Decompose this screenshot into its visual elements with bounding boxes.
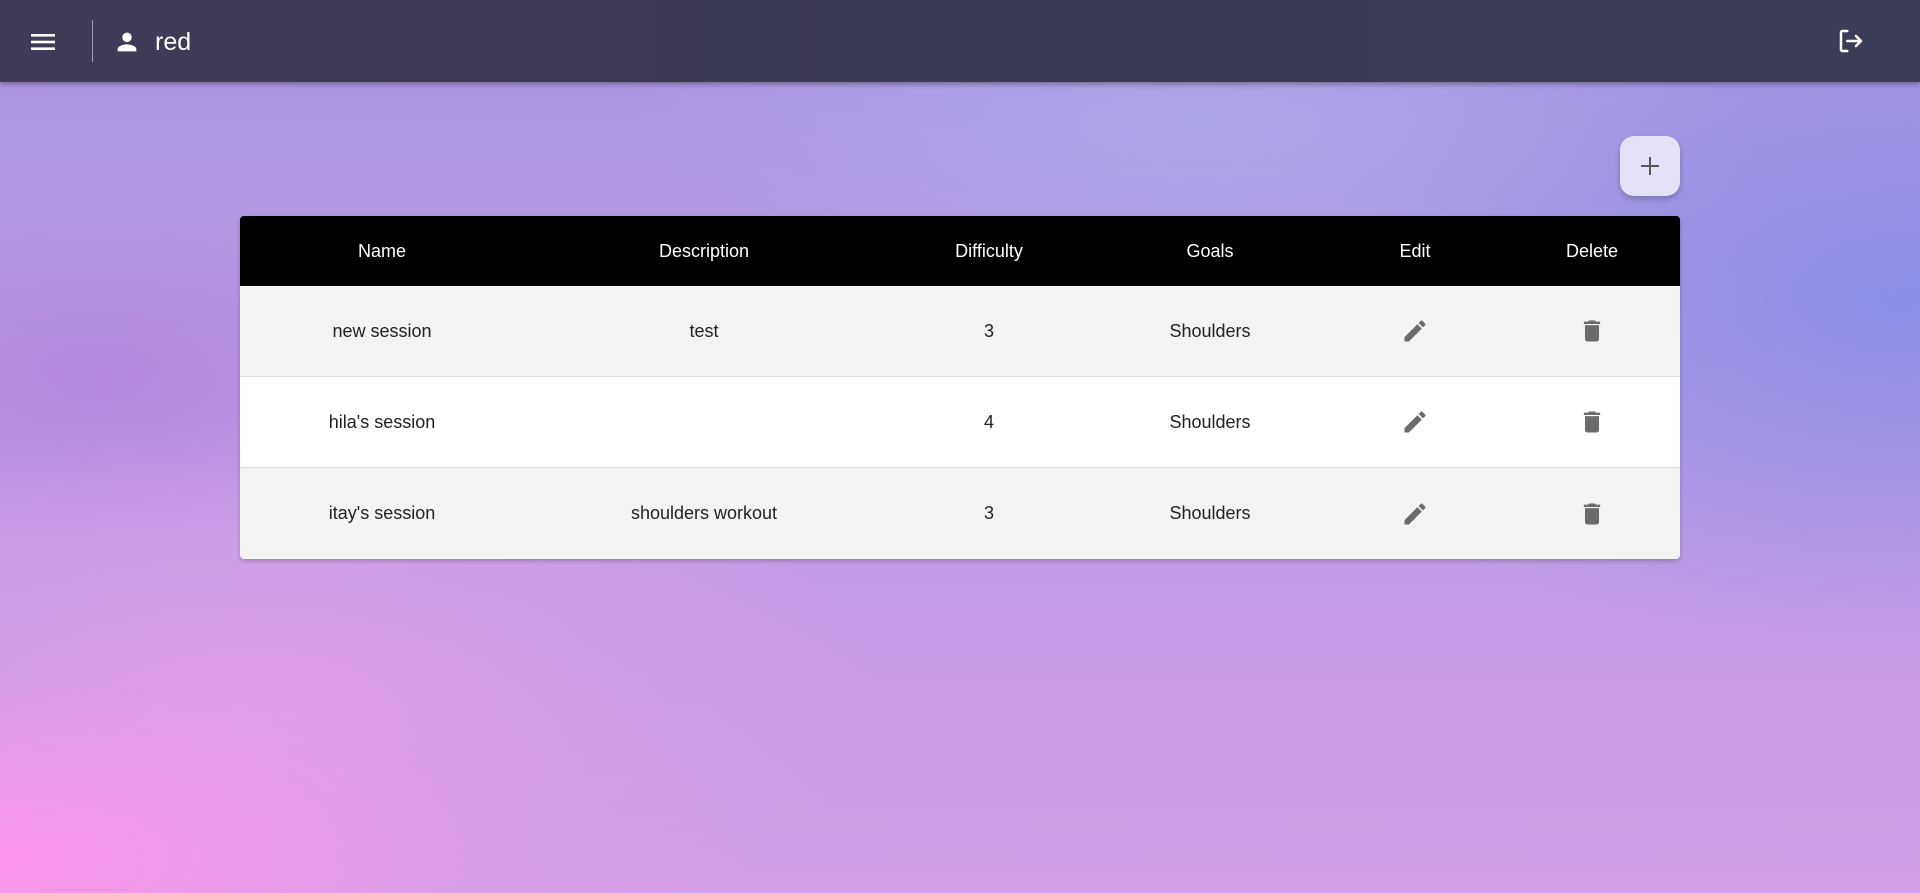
table-row: new session test 3 Shoulders bbox=[240, 286, 1680, 377]
top-bar: red bbox=[0, 0, 1920, 82]
delete-button[interactable] bbox=[1572, 402, 1612, 442]
column-header-goals: Goals bbox=[1186, 240, 1234, 261]
delete-cell bbox=[1504, 468, 1680, 559]
trash-icon bbox=[1583, 320, 1601, 342]
trash-icon bbox=[1583, 503, 1601, 524]
session-goals: Shoulders bbox=[1169, 503, 1251, 523]
session-description: shoulders workout bbox=[630, 503, 778, 523]
column-header-edit: Edit bbox=[1399, 240, 1431, 261]
sessions-table: Name Description Difficulty Goals Edit D… bbox=[240, 216, 1680, 559]
delete-cell bbox=[1504, 377, 1680, 467]
session-goals: Shoulders bbox=[1169, 320, 1251, 341]
add-session-button[interactable] bbox=[1620, 136, 1680, 196]
session-name: hila's session bbox=[328, 411, 436, 432]
column-header-difficulty: Difficulty bbox=[955, 240, 1023, 261]
session-goals: Shoulders bbox=[1169, 411, 1251, 432]
username-label: red bbox=[155, 28, 192, 56]
session-name: new session bbox=[332, 320, 432, 341]
trash-icon bbox=[1583, 411, 1601, 433]
column-header-delete: Delete bbox=[1565, 240, 1619, 261]
table-row: itay's session shoulders workout 3 Shoul… bbox=[240, 468, 1680, 559]
table-row: hila's session 4 Shoulders bbox=[240, 377, 1680, 468]
delete-button[interactable] bbox=[1572, 311, 1612, 351]
column-header-description: Description bbox=[658, 240, 750, 261]
pencil-icon bbox=[1404, 502, 1426, 524]
page: red Name Description Difficulty Goals Ed… bbox=[0, 0, 1920, 894]
session-difficulty: 3 bbox=[983, 320, 994, 341]
logout-icon bbox=[1839, 29, 1863, 53]
table-header: Name Description Difficulty Goals Edit D… bbox=[240, 216, 1680, 286]
plus-icon bbox=[1641, 157, 1659, 175]
person-icon bbox=[117, 32, 137, 52]
edit-button[interactable] bbox=[1395, 311, 1435, 351]
session-difficulty: 4 bbox=[983, 411, 994, 432]
session-difficulty: 3 bbox=[983, 503, 994, 523]
edit-button[interactable] bbox=[1395, 402, 1435, 442]
delete-cell bbox=[1504, 286, 1680, 376]
header-divider bbox=[92, 20, 93, 62]
edit-cell bbox=[1326, 468, 1504, 559]
edit-cell bbox=[1326, 286, 1504, 376]
edit-button[interactable] bbox=[1395, 494, 1435, 534]
hamburger-menu-icon bbox=[31, 34, 55, 50]
delete-button[interactable] bbox=[1572, 494, 1612, 534]
session-name: itay's session bbox=[328, 503, 436, 523]
session-description: test bbox=[689, 320, 719, 341]
session-description bbox=[524, 377, 884, 467]
pencil-icon bbox=[1404, 411, 1426, 433]
logout-button[interactable] bbox=[1834, 24, 1868, 58]
column-header-name: Name bbox=[357, 240, 406, 261]
pencil-icon bbox=[1404, 320, 1426, 342]
menu-button[interactable] bbox=[24, 22, 64, 62]
edit-cell bbox=[1326, 377, 1504, 467]
